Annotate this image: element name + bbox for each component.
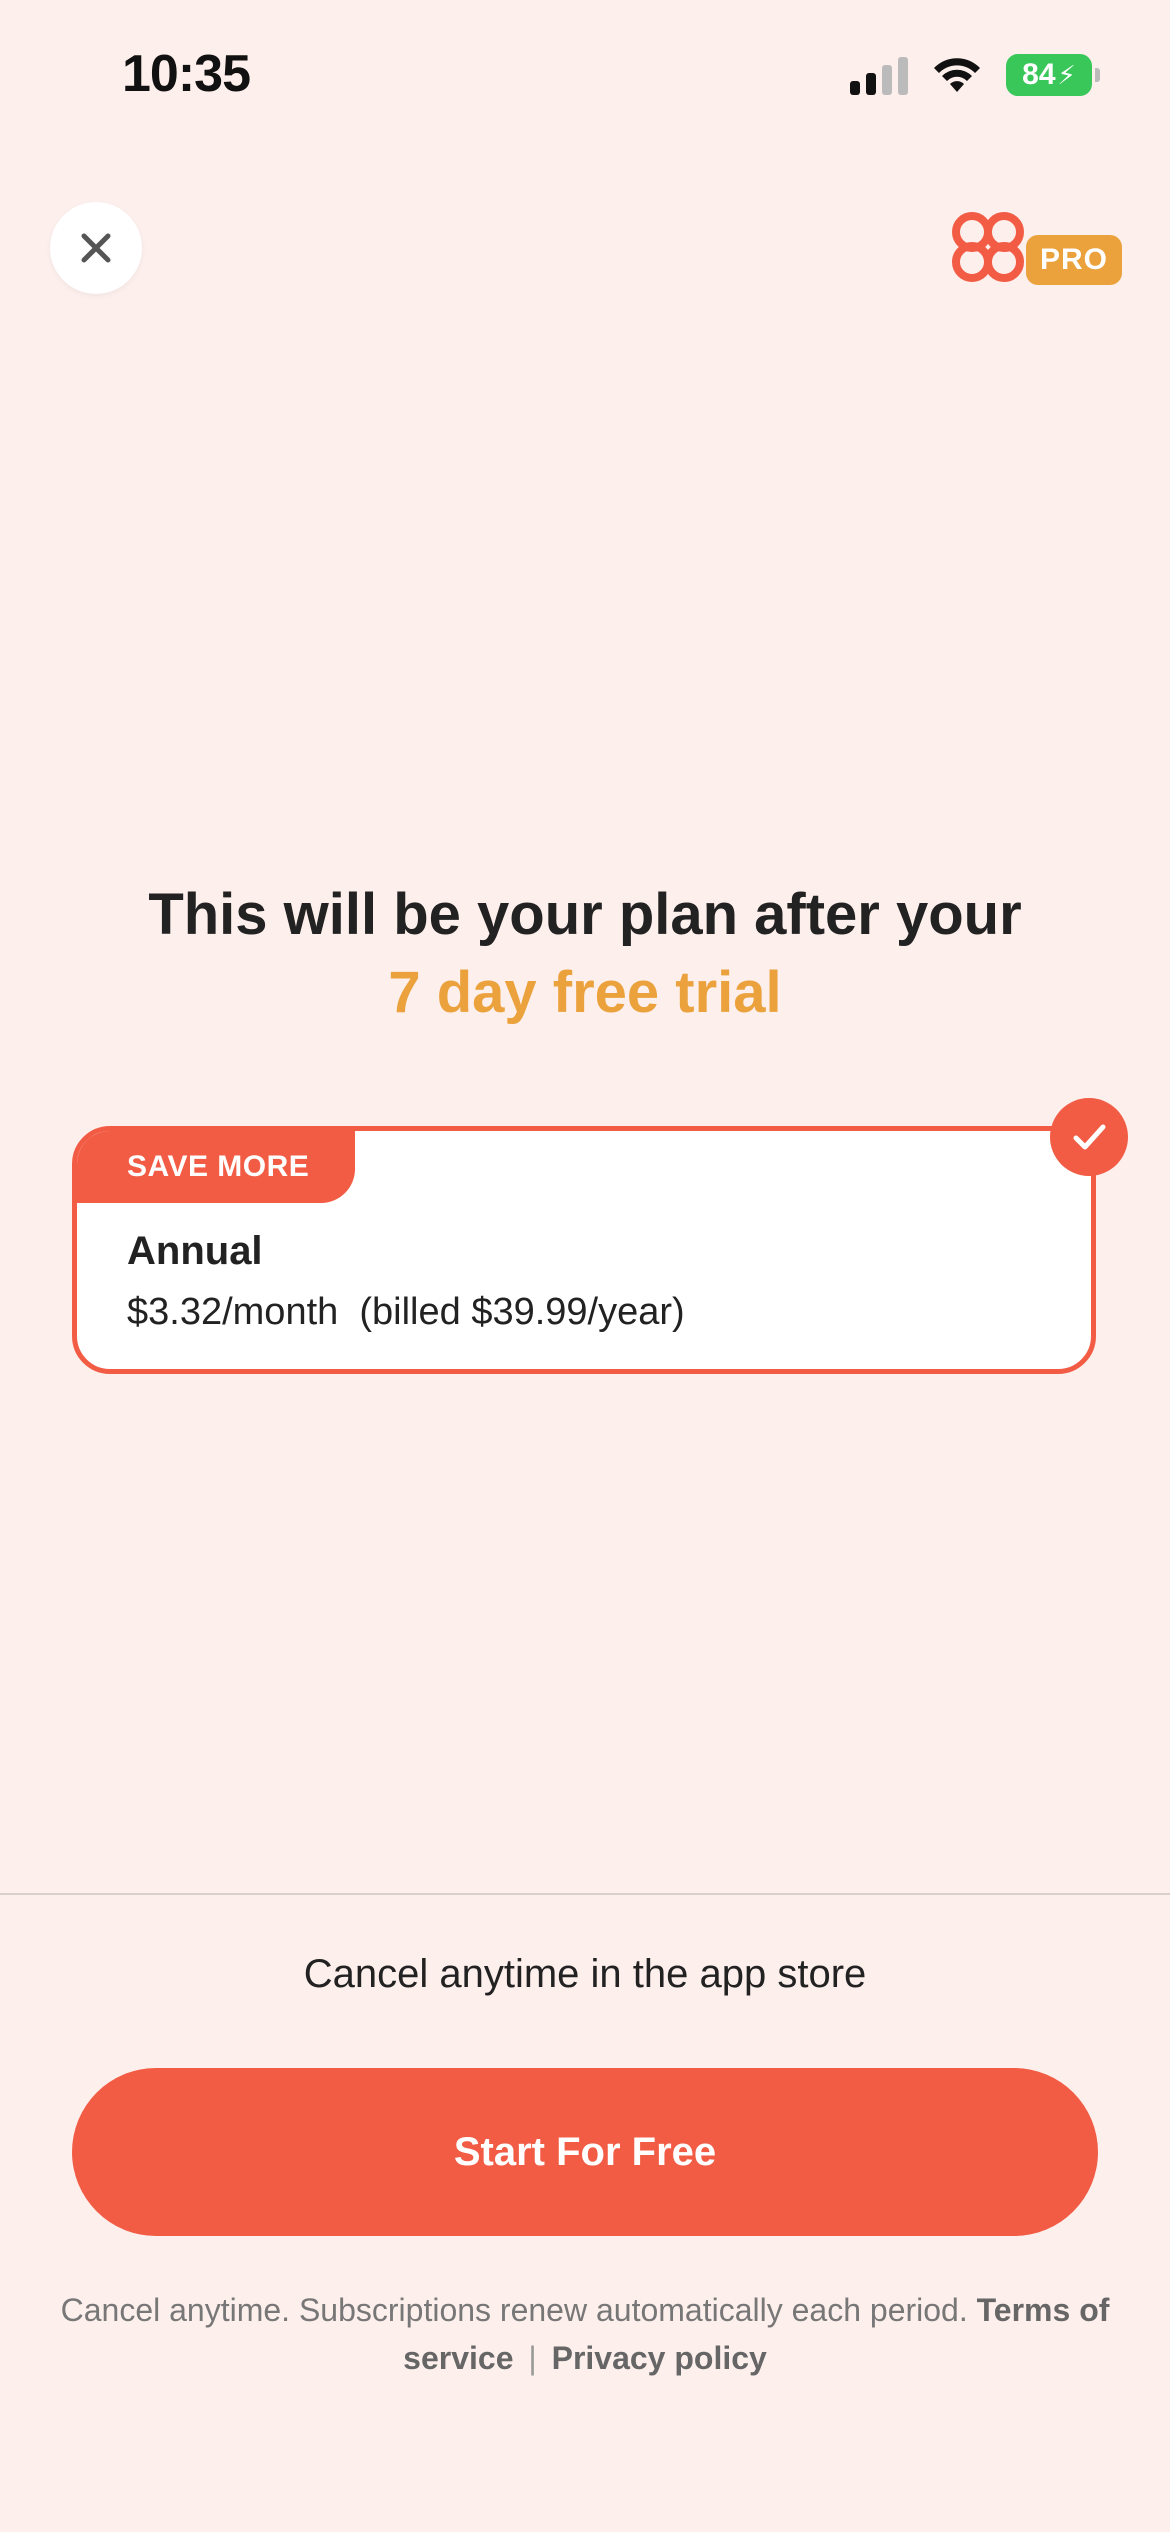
link-separator: | bbox=[528, 2340, 537, 2376]
legal-text: Cancel anytime. Subscriptions renew auto… bbox=[60, 2292, 968, 2328]
status-time: 10:35 bbox=[122, 45, 251, 103]
wifi-icon bbox=[934, 58, 980, 92]
divider bbox=[0, 1893, 1170, 1895]
close-button[interactable] bbox=[50, 202, 142, 294]
cellular-signal-icon bbox=[850, 55, 908, 95]
checkmark-icon bbox=[1073, 1124, 1106, 1150]
cancel-note: Cancel anytime in the app store bbox=[303, 1952, 867, 1996]
selected-check-badge bbox=[1050, 1098, 1128, 1176]
battery-level: 84 bbox=[1022, 58, 1056, 91]
legal-footer: Cancel anytime. Subscriptions renew auto… bbox=[60, 2286, 1110, 2382]
pro-badge: PRO bbox=[1025, 235, 1122, 285]
battery-icon: 84 ⚡ bbox=[1006, 54, 1100, 96]
app-logo: PRO bbox=[946, 210, 1122, 286]
status-icons: 84 ⚡ bbox=[850, 54, 1100, 96]
paywall-screen: 10:35 84 ⚡ PRO This will be your plan af… bbox=[0, 0, 1170, 2532]
plan-name: Annual bbox=[127, 1229, 263, 1273]
privacy-policy-link[interactable]: Privacy policy bbox=[552, 2340, 767, 2376]
headline-trial: 7 day free trial bbox=[388, 960, 782, 1025]
headline-line1: This will be your plan after your bbox=[148, 882, 1022, 947]
plan-card-annual[interactable]: SAVE MORE Annual $3.32/month (billed $39… bbox=[72, 1126, 1096, 1374]
start-for-free-button[interactable]: Start For Free bbox=[72, 2068, 1098, 2236]
charging-icon: ⚡ bbox=[1057, 59, 1076, 90]
close-icon bbox=[81, 233, 111, 263]
plan-price: $3.32/month (billed $39.99/year) bbox=[127, 1291, 685, 1333]
headline: This will be your plan after your 7 day … bbox=[0, 876, 1170, 1032]
save-more-tag: SAVE MORE bbox=[77, 1131, 355, 1203]
clover-icon bbox=[951, 212, 1024, 282]
